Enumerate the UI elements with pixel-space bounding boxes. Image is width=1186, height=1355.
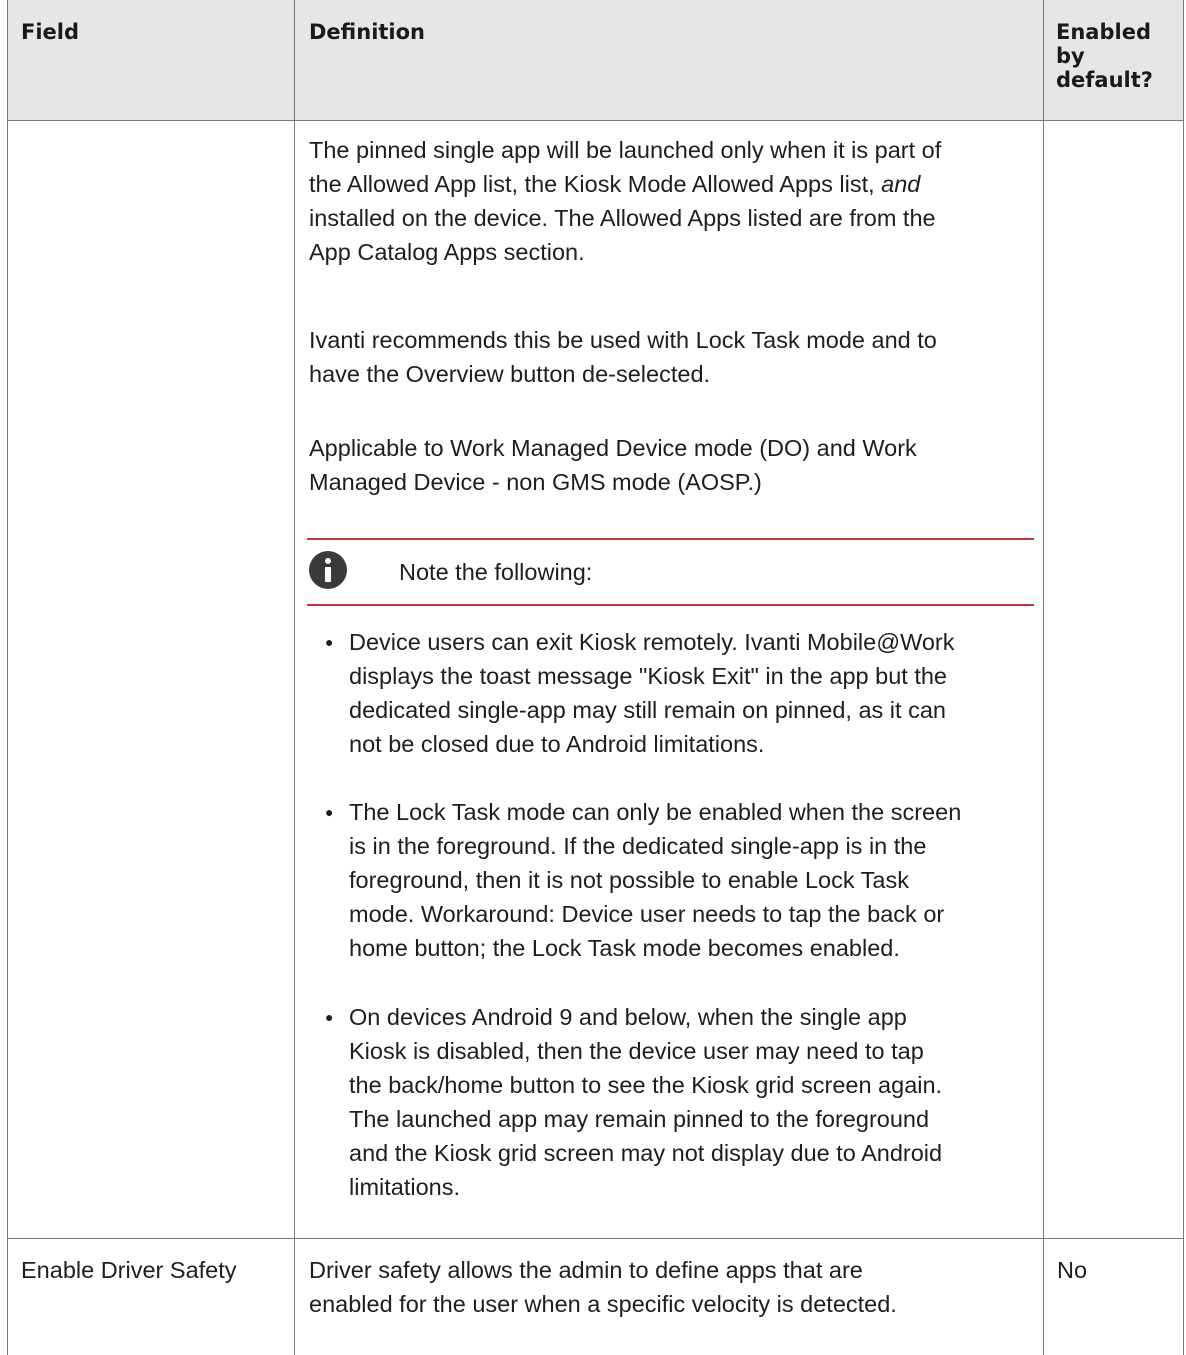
text-line: is in the foreground. If the dedicated s… <box>349 833 927 859</box>
text-line: The launched app may remain pinned to th… <box>349 1106 930 1132</box>
text-line: The pinned single app will be launched o… <box>309 137 942 163</box>
text-line: On devices Android 9 and below, when the… <box>349 1004 907 1030</box>
text-line: and the Kiosk grid screen may not displa… <box>349 1140 943 1166</box>
header-enabled-by-default: Enabled by default? <box>1056 20 1153 92</box>
info-icon <box>309 551 347 589</box>
note-top-rule <box>307 538 1034 540</box>
header-enabled-line-1: Enabled <box>1056 20 1151 44</box>
text-line: displays the toast message "Kiosk Exit" … <box>349 663 947 689</box>
text-line: the back/home button to see the Kiosk gr… <box>349 1072 943 1098</box>
text-line: The Lock Task mode can only be enabled w… <box>349 799 962 825</box>
text-line: mode. Workaround: Device user needs to t… <box>349 901 945 927</box>
note-bottom-rule <box>307 604 1034 606</box>
bullet-icon: ● <box>325 634 334 650</box>
text-line: installed on the device. The Allowed App… <box>309 205 936 231</box>
text-line: Ivanti recommends this be used with Lock… <box>309 327 937 353</box>
list-item: Device users can exit Kiosk remotely. Iv… <box>349 625 1049 761</box>
note-title: Note the following: <box>399 559 593 585</box>
text-line: enabled for the user when a specific vel… <box>309 1291 897 1317</box>
header-enabled-line-2: by <box>1056 44 1085 68</box>
header-field: Field <box>21 20 80 44</box>
row-divider <box>7 1238 1184 1239</box>
paragraph-applicable: Applicable to Work Managed Device mode (… <box>309 431 917 499</box>
bullet-icon: ● <box>325 1009 334 1025</box>
text-line: foreground, then it is not possible to e… <box>349 867 910 893</box>
list-item: On devices Android 9 and below, when the… <box>349 1000 1049 1204</box>
table-border-left <box>7 0 8 1355</box>
text-line: Applicable to Work Managed Device mode (… <box>309 435 917 461</box>
column-divider-1 <box>294 0 295 1355</box>
text-line: Managed Device - non GMS mode (AOSP.) <box>309 469 762 495</box>
list-item: The Lock Task mode can only be enabled w… <box>349 795 1049 965</box>
text-line: Kiosk is disabled, then the device user … <box>349 1038 924 1064</box>
header-enabled-line-3: default? <box>1056 68 1153 92</box>
bullet-icon: ● <box>325 804 334 820</box>
settings-table: Field Definition Enabled by default? The… <box>7 0 1184 1355</box>
enabled-default-value: No <box>1057 1257 1088 1283</box>
text-line: dedicated single-app may still remain on… <box>349 697 946 723</box>
text-line: App Catalog Apps section. <box>309 239 585 265</box>
italic-text: and <box>881 171 921 197</box>
header-definition: Definition <box>309 20 426 44</box>
text-line: limitations. <box>349 1174 461 1200</box>
paragraph-recommendation: Ivanti recommends this be used with Lock… <box>309 323 937 391</box>
text-line: have the Overview button de-selected. <box>309 361 711 387</box>
text-line: Driver safety allows the admin to define… <box>309 1257 863 1283</box>
paragraph-pinned-app: The pinned single app will be launched o… <box>309 133 941 269</box>
table-border-right <box>1183 0 1184 1355</box>
text-fragment: the Allowed App list, the Kiosk Mode All… <box>309 171 882 197</box>
table-header: Field Definition Enabled by default? <box>7 0 1184 121</box>
field-enable-driver-safety: Enable Driver Safety <box>21 1257 237 1283</box>
text-line: home button; the Lock Task mode becomes … <box>349 935 900 961</box>
definition-driver-safety: Driver safety allows the admin to define… <box>309 1253 897 1321</box>
text-line: not be closed due to Android limitations… <box>349 731 765 757</box>
text-line: the Allowed App list, the Kiosk Mode All… <box>309 167 941 201</box>
text-line: Device users can exit Kiosk remotely. Iv… <box>349 629 955 655</box>
